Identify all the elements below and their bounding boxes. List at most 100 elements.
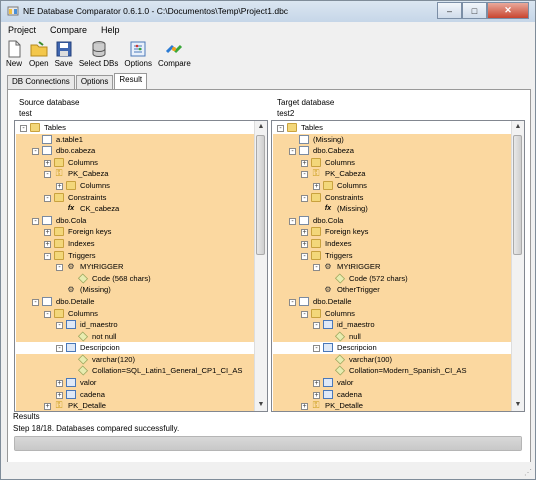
tree-row[interactable]: + Columns xyxy=(16,156,260,169)
expand-icon[interactable]: + xyxy=(56,182,63,190)
tree-row[interactable]: - ⚙ MYtRIGGER xyxy=(16,261,260,273)
collapse-icon[interactable]: - xyxy=(32,148,39,156)
tree-row[interactable]: - ⚙ MYtRIGGER xyxy=(273,261,517,273)
tree-row[interactable]: - Tables xyxy=(16,122,260,134)
expand-icon[interactable]: + xyxy=(313,391,320,399)
expand-icon[interactable]: + xyxy=(313,182,320,190)
expand-icon[interactable]: + xyxy=(301,240,308,248)
collapse-icon[interactable]: - xyxy=(277,125,284,132)
tree-row[interactable]: + valor xyxy=(273,377,517,389)
target-tree[interactable]: - Tables (Missing) - dbo.Cabeza + Columns - ⚿ PK_… xyxy=(271,120,525,412)
scroll-down-icon[interactable]: ▼ xyxy=(512,399,524,411)
tree-row[interactable]: + Foreign keys xyxy=(273,226,517,238)
minimize-button[interactable]: – xyxy=(437,2,462,19)
collapse-icon[interactable]: - xyxy=(56,345,63,353)
source-scrollbar[interactable]: ▲ ▼ xyxy=(254,121,267,411)
collapse-icon[interactable]: - xyxy=(289,217,296,225)
close-button[interactable]: ✕ xyxy=(487,2,529,19)
open-button[interactable]: Open xyxy=(29,40,49,74)
tree-row[interactable]: + Indexes xyxy=(273,237,517,250)
tree-row[interactable]: + valor xyxy=(16,377,260,389)
expand-icon[interactable]: + xyxy=(44,159,51,167)
options-button[interactable]: Options xyxy=(124,40,152,74)
collapse-icon[interactable]: - xyxy=(301,171,308,179)
tree-row[interactable]: + Foreign keys xyxy=(16,226,260,238)
tree-row[interactable]: - Constraints xyxy=(16,191,260,204)
new-button[interactable]: New xyxy=(5,40,23,74)
tree-row[interactable]: - dbo.Cola xyxy=(273,214,517,227)
collapse-icon[interactable]: - xyxy=(44,252,51,260)
collapse-icon[interactable]: - xyxy=(44,171,51,179)
tree-row[interactable]: null xyxy=(273,330,517,343)
collapse-icon[interactable]: - xyxy=(44,310,51,318)
tree-row[interactable]: ⚙ (Missing) xyxy=(16,284,260,296)
expand-icon[interactable]: + xyxy=(56,391,63,399)
expand-icon[interactable]: + xyxy=(301,403,308,411)
title-bar[interactable]: NE Database Comparator 0.6.1.0 - C:\Docu… xyxy=(1,1,535,22)
tree-row[interactable]: - id_maestro xyxy=(273,319,517,331)
tree-row[interactable]: - dbo.Cabeza xyxy=(273,145,517,157)
expand-icon[interactable]: + xyxy=(313,380,320,388)
collapse-icon[interactable]: - xyxy=(313,264,320,272)
tree-row[interactable]: + cadena xyxy=(273,388,517,401)
target-scrollbar[interactable]: ▲ ▼ xyxy=(511,121,524,411)
tree-row[interactable]: - Descripcion xyxy=(16,342,260,354)
collapse-icon[interactable]: - xyxy=(56,264,63,272)
tree-row[interactable]: - ⚿ PK_Cabeza xyxy=(273,168,517,180)
menu-compare[interactable]: Compare xyxy=(43,23,94,39)
expand-icon[interactable]: + xyxy=(44,403,51,411)
tree-row[interactable]: ⚙ OtherTrigger xyxy=(273,284,517,296)
scroll-up-icon[interactable]: ▲ xyxy=(255,121,267,133)
tree-row[interactable]: Collation=Modern_Spanish_CI_AS xyxy=(273,365,517,378)
tab-options[interactable]: Options xyxy=(75,75,114,89)
tree-row[interactable]: Code (568 chars) xyxy=(16,272,260,285)
maximize-button[interactable]: □ xyxy=(462,2,487,19)
tree-row[interactable]: + cadena xyxy=(16,388,260,401)
collapse-icon[interactable]: - xyxy=(44,194,51,202)
scroll-up-icon[interactable]: ▲ xyxy=(512,121,524,133)
tree-row[interactable]: not null xyxy=(16,330,260,343)
source-tree[interactable]: - Tables a.table1- dbo.cabeza + Columns - ⚿ PK_C… xyxy=(14,120,268,412)
expand-icon[interactable]: + xyxy=(44,240,51,248)
collapse-icon[interactable]: - xyxy=(20,125,27,132)
collapse-icon[interactable]: - xyxy=(301,194,308,202)
menu-help[interactable]: Help xyxy=(94,23,127,39)
resize-grip-icon[interactable]: ⋰ xyxy=(524,468,532,477)
save-button[interactable]: Save xyxy=(55,40,73,74)
scroll-thumb[interactable] xyxy=(256,135,265,255)
tree-row[interactable]: - Tables xyxy=(273,122,517,134)
tree-row[interactable]: varchar(120) xyxy=(16,353,260,366)
tab-db-connections[interactable]: DB Connections xyxy=(7,75,75,89)
tree-row[interactable]: fx (Missing) xyxy=(273,203,517,215)
tree-row[interactable]: a.table1 xyxy=(16,133,260,146)
tree-row[interactable]: Collation=SQL_Latin1_General_CP1_CI_AS xyxy=(16,365,260,378)
select-dbs-button[interactable]: Select DBs xyxy=(79,40,118,74)
tree-row[interactable]: Code (572 chars) xyxy=(273,272,517,285)
collapse-icon[interactable]: - xyxy=(289,148,296,156)
tree-row[interactable]: varchar(100) xyxy=(273,353,517,366)
tree-row[interactable]: - Triggers xyxy=(16,249,260,262)
menu-project[interactable]: Project xyxy=(1,23,43,39)
collapse-icon[interactable]: - xyxy=(289,298,296,306)
collapse-icon[interactable]: - xyxy=(56,322,63,330)
tree-row[interactable]: + Columns xyxy=(273,156,517,169)
tree-row[interactable]: + Indexes xyxy=(16,237,260,250)
tree-row[interactable]: + Columns xyxy=(273,179,517,192)
tree-row[interactable]: - dbo.Detalle xyxy=(273,295,517,308)
expand-icon[interactable]: + xyxy=(56,380,63,388)
tab-result[interactable]: Result xyxy=(114,73,148,89)
compare-button[interactable]: Compare xyxy=(158,40,191,74)
tree-row[interactable]: - dbo.cabeza xyxy=(16,145,260,157)
collapse-icon[interactable]: - xyxy=(313,322,320,330)
tree-row[interactable]: - dbo.Cola xyxy=(16,214,260,227)
tree-row[interactable]: - id_maestro xyxy=(16,319,260,331)
tree-row[interactable]: fx CK_cabeza xyxy=(16,203,260,215)
collapse-icon[interactable]: - xyxy=(32,217,39,225)
tree-row[interactable]: - dbo.Detalle xyxy=(16,295,260,308)
tree-row[interactable]: - Columns xyxy=(273,307,517,320)
tree-row[interactable]: + Columns xyxy=(16,179,260,192)
tree-row[interactable]: - Constraints xyxy=(273,191,517,204)
collapse-icon[interactable]: - xyxy=(313,345,320,353)
tree-row[interactable]: - Columns xyxy=(16,307,260,320)
scroll-down-icon[interactable]: ▼ xyxy=(255,399,267,411)
